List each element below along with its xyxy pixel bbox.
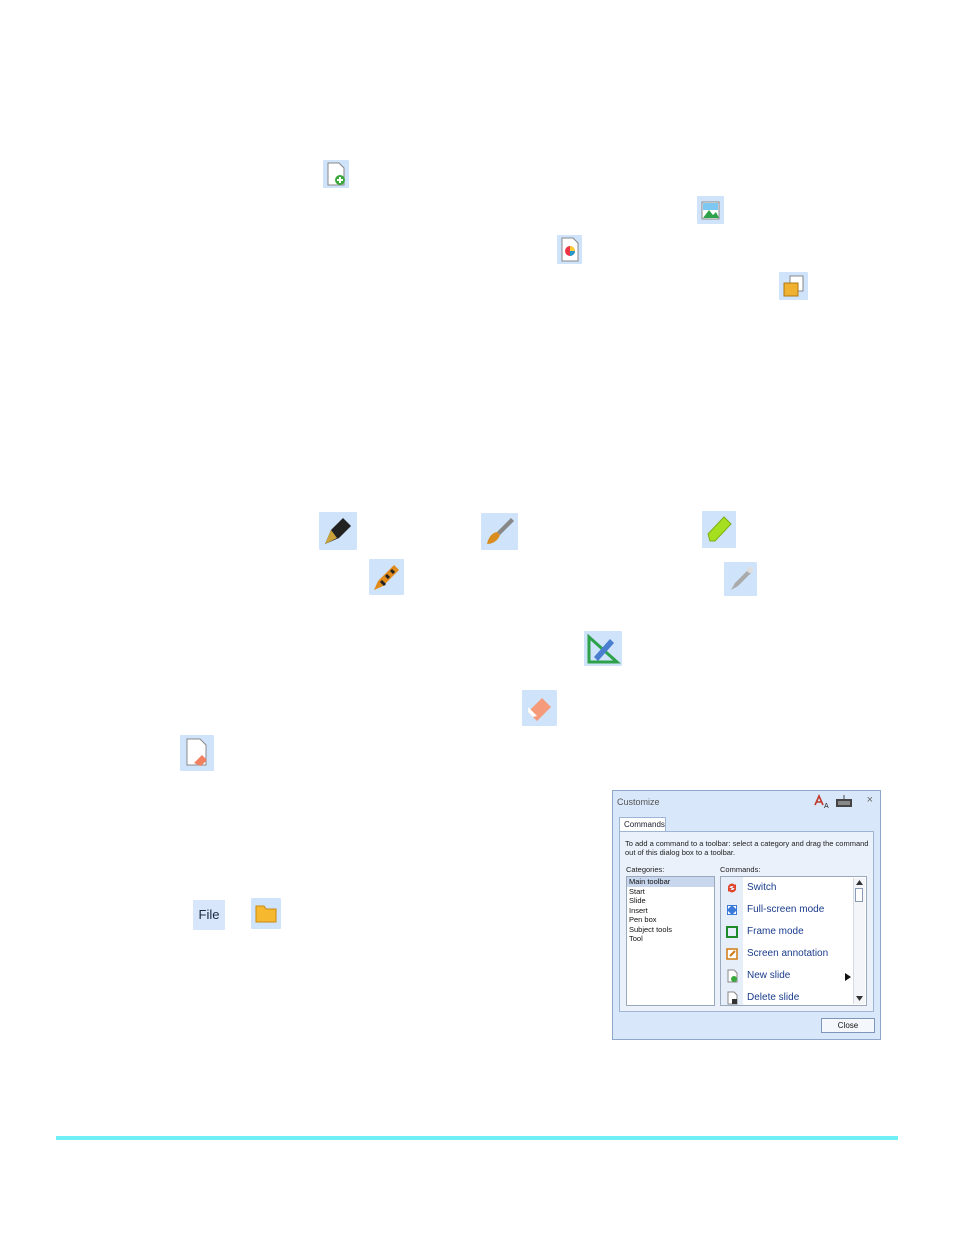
command-item[interactable]: Switch bbox=[747, 882, 776, 893]
category-item[interactable]: Insert bbox=[627, 906, 714, 916]
scroll-up-icon[interactable] bbox=[856, 880, 863, 885]
commands-label: Commands: bbox=[720, 865, 761, 874]
geometry-pen-icon bbox=[584, 631, 622, 666]
submenu-arrow-icon bbox=[845, 973, 851, 981]
keyboard-icon[interactable] bbox=[835, 794, 853, 808]
new-slide-icon bbox=[727, 969, 738, 983]
categories-list[interactable]: Main toolbar Start Slide Insert Pen box … bbox=[626, 876, 715, 1006]
file-button[interactable]: File bbox=[193, 900, 225, 930]
scroll-thumb[interactable] bbox=[855, 888, 863, 902]
new-page-icon bbox=[323, 160, 349, 188]
frame-mode-icon bbox=[726, 926, 738, 938]
commands-scrollbar[interactable] bbox=[853, 878, 865, 1004]
command-item[interactable]: Full-screen mode bbox=[747, 904, 824, 915]
dialog-hint: To add a command to a toolbar: select a … bbox=[625, 839, 869, 857]
scroll-down-icon[interactable] bbox=[856, 996, 863, 1001]
commands-panel: To add a command to a toolbar: select a … bbox=[619, 831, 874, 1012]
brush-icon bbox=[481, 513, 518, 550]
delete-slide-icon bbox=[727, 991, 738, 1005]
fullscreen-icon bbox=[727, 905, 737, 915]
category-item[interactable]: Subject tools bbox=[627, 925, 714, 935]
close-icon[interactable]: × bbox=[867, 794, 873, 806]
paste-page-icon bbox=[779, 272, 808, 300]
folder-icon bbox=[251, 898, 281, 929]
laser-pen-icon bbox=[724, 562, 757, 596]
commands-list[interactable]: Switch Full-screen mode Frame mode Scree… bbox=[720, 876, 867, 1006]
texture-pen-icon bbox=[369, 559, 404, 595]
screen-annotation-icon bbox=[726, 948, 738, 960]
svg-text:A: A bbox=[824, 803, 829, 809]
highlighter-icon bbox=[702, 511, 736, 548]
category-item[interactable]: Tool bbox=[627, 934, 714, 944]
switch-icon bbox=[727, 883, 737, 893]
command-item[interactable]: Frame mode bbox=[747, 926, 804, 937]
fountain-pen-icon bbox=[319, 512, 357, 550]
category-item[interactable]: Slide bbox=[627, 896, 714, 906]
tab-commands[interactable]: Commands bbox=[619, 817, 666, 831]
category-item[interactable]: Main toolbar bbox=[627, 877, 714, 887]
insert-picture-icon bbox=[697, 196, 724, 224]
command-item[interactable]: Delete slide bbox=[747, 992, 799, 1003]
dialog-title: Customize bbox=[617, 797, 660, 807]
command-item[interactable]: Screen annotation bbox=[747, 948, 828, 959]
font-icon[interactable]: A bbox=[813, 793, 831, 809]
category-item[interactable]: Start bbox=[627, 887, 714, 897]
customize-dialog: Customize A × Commands To add a command … bbox=[612, 790, 881, 1040]
color-page-icon bbox=[557, 235, 582, 264]
close-button[interactable]: Close bbox=[821, 1018, 875, 1033]
command-item[interactable]: New slide bbox=[747, 970, 790, 981]
eraser-icon bbox=[522, 690, 557, 726]
footer-rule bbox=[56, 1136, 898, 1140]
clear-page-icon bbox=[180, 735, 214, 771]
categories-label: Categories: bbox=[626, 865, 665, 874]
category-item[interactable]: Pen box bbox=[627, 915, 714, 925]
